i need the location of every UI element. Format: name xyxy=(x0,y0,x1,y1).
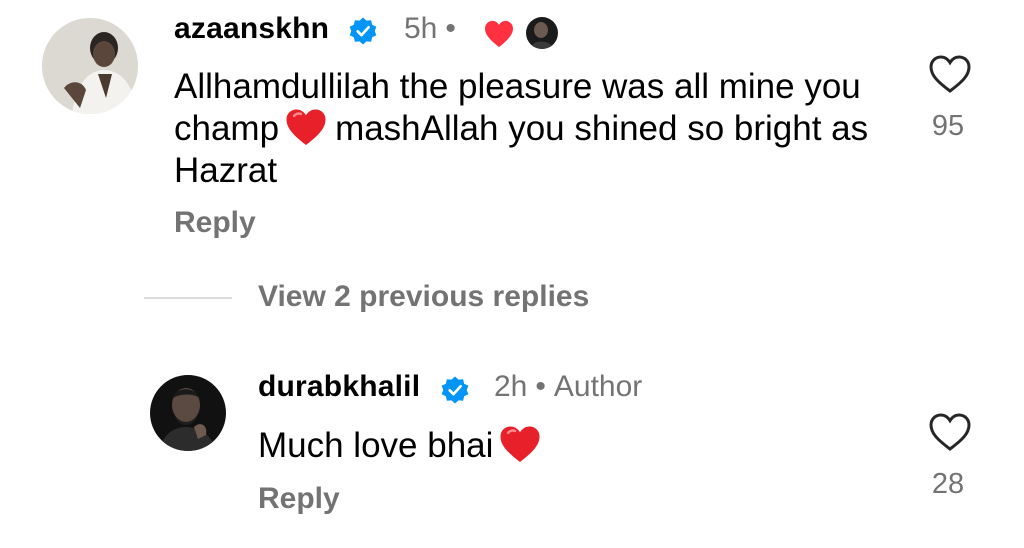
reply-time: 2h xyxy=(494,370,528,403)
avatar-photo-icon xyxy=(150,375,226,451)
reply-meta: 2h • Author xyxy=(494,370,642,404)
reply-like-heart-icon[interactable] xyxy=(928,412,972,452)
red-heart-emoji-icon xyxy=(500,426,540,462)
red-heart-emoji-icon xyxy=(286,109,326,145)
author-tag: Author xyxy=(553,370,643,403)
comment-reply-button[interactable]: Reply xyxy=(174,206,256,240)
verified-badge-icon xyxy=(441,376,469,404)
replies-divider xyxy=(144,297,232,299)
reply-username[interactable]: durabkhalil xyxy=(258,370,420,404)
comment-meta: 5h • xyxy=(404,12,464,46)
comment-text: Allhamdullilah the pleasure was all mine… xyxy=(174,66,874,192)
liked-by-author-heart-icon xyxy=(485,20,513,48)
comment-like-heart-icon[interactable] xyxy=(928,54,972,94)
meta-separator: • xyxy=(445,12,456,45)
avatar-durabkhalil[interactable] xyxy=(150,375,226,451)
reply-like-count: 28 xyxy=(931,468,965,500)
comments-thread: azaanskhn 5h • Allhamdullilah the pleasur… xyxy=(0,0,1024,548)
verified-badge-icon xyxy=(349,17,377,45)
view-previous-replies-button[interactable]: View 2 previous replies xyxy=(258,280,589,314)
comment-like-count: 95 xyxy=(931,110,965,142)
reply-text-body: Much love bhai xyxy=(258,426,494,465)
reply-reply-button[interactable]: Reply xyxy=(258,482,340,516)
avatar-photo-icon xyxy=(42,18,138,114)
comment-time: 5h xyxy=(404,12,438,45)
meta-separator: • xyxy=(535,370,546,403)
reply-text: Much love bhai xyxy=(258,425,878,467)
avatar-azaanskhn[interactable] xyxy=(42,18,138,114)
comment-username[interactable]: azaanskhn xyxy=(174,12,329,46)
author-mini-avatar-icon xyxy=(526,17,558,49)
